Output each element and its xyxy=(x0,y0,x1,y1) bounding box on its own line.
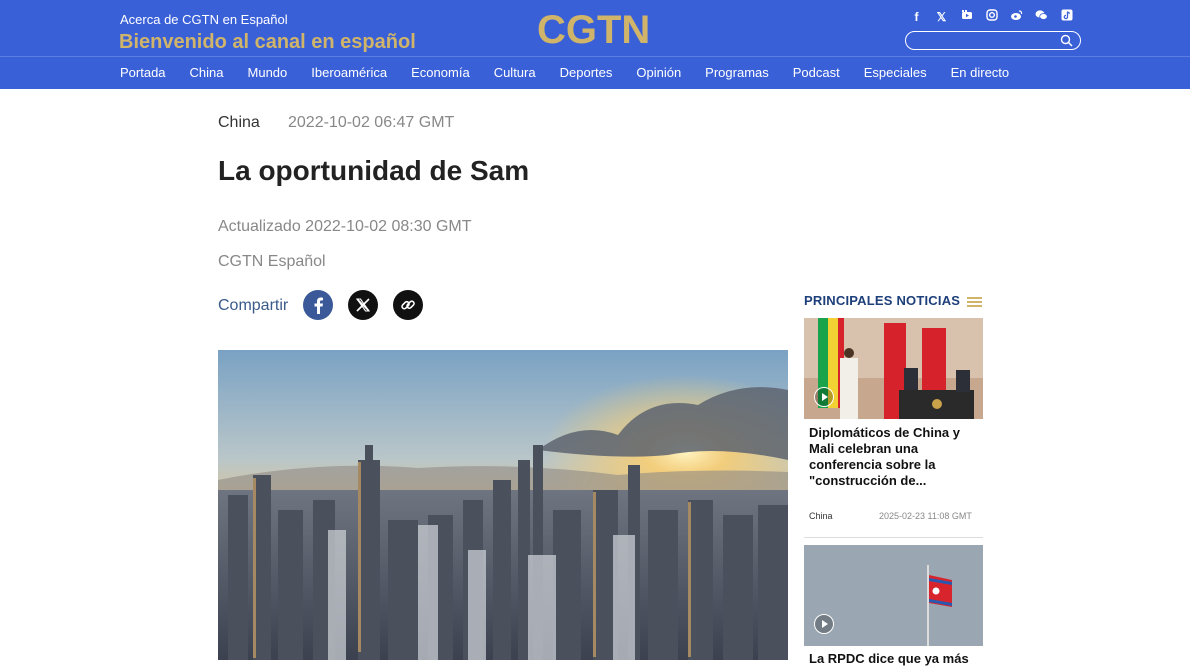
welcome-text: Bienvenido al canal en español xyxy=(119,31,416,53)
x-icon[interactable]: 𝕏 xyxy=(929,9,954,25)
wechat-icon[interactable] xyxy=(1029,9,1054,25)
facebook-icon[interactable]: f xyxy=(904,9,929,25)
link-icon xyxy=(401,300,415,310)
x-icon xyxy=(356,298,370,312)
article-title: La oportunidad de Sam xyxy=(218,155,530,186)
nav-en-directo[interactable]: En directo xyxy=(939,57,1022,89)
article-category[interactable]: China xyxy=(218,114,260,132)
play-icon[interactable] xyxy=(814,614,834,634)
play-icon[interactable] xyxy=(814,387,834,407)
news-card-image[interactable] xyxy=(804,545,983,646)
weibo-icon[interactable] xyxy=(1004,9,1029,25)
article-source: CGTN Español xyxy=(218,253,326,270)
news-card-title[interactable]: Diplomáticos de China y Mali celebran un… xyxy=(809,425,977,489)
nav-deportes[interactable]: Deportes xyxy=(548,57,625,89)
nav-opinion[interactable]: Opinión xyxy=(624,57,693,89)
search-box[interactable] xyxy=(905,31,1081,50)
nav-iberoamerica[interactable]: Iberoamérica xyxy=(299,57,399,89)
card-divider xyxy=(804,537,983,538)
nav-china[interactable]: China xyxy=(178,57,236,89)
nav-mundo[interactable]: Mundo xyxy=(236,57,300,89)
share-x-button[interactable] xyxy=(348,290,378,320)
copy-link-button[interactable] xyxy=(393,290,423,320)
nav-cultura[interactable]: Cultura xyxy=(482,57,548,89)
share-label: Compartir xyxy=(218,297,289,314)
news-card-image[interactable] xyxy=(804,318,983,419)
search-icon[interactable] xyxy=(1060,34,1073,47)
menu-icon[interactable] xyxy=(967,297,982,308)
search-input[interactable] xyxy=(914,33,1054,48)
news-card-date: 2025-02-23 11:08 GMT xyxy=(879,511,972,521)
sidebar-title: PRINCIPALES NOTICIAS xyxy=(804,293,961,308)
nav-especiales[interactable]: Especiales xyxy=(852,57,939,89)
article-date: 2022-10-02 06:47 GMT xyxy=(288,114,455,131)
main-nav: Portada China Mundo Iberoamérica Economí… xyxy=(108,57,1021,89)
instagram-icon[interactable] xyxy=(979,9,1004,25)
cgtn-logo[interactable]: CGTN xyxy=(537,8,650,53)
nav-programas[interactable]: Programas xyxy=(693,57,781,89)
site-header: Acerca de CGTN en Español Bienvenido al … xyxy=(0,0,1190,89)
news-card-title[interactable]: La RPDC dice que ya más xyxy=(809,651,977,667)
tiktok-icon[interactable] xyxy=(1054,9,1079,25)
social-links: f 𝕏 xyxy=(904,9,1079,25)
share-facebook-button[interactable] xyxy=(303,290,333,320)
article-hero-image xyxy=(218,350,788,660)
facebook-icon xyxy=(314,297,323,314)
nav-podcast[interactable]: Podcast xyxy=(781,57,852,89)
article-updated: Actualizado 2022-10-02 08:30 GMT xyxy=(218,218,472,235)
youtube-icon[interactable] xyxy=(954,9,979,25)
about-link[interactable]: Acerca de CGTN en Español xyxy=(120,12,288,27)
news-card-category: China xyxy=(809,511,833,521)
nav-economia[interactable]: Economía xyxy=(399,57,482,89)
nav-portada[interactable]: Portada xyxy=(108,57,178,89)
